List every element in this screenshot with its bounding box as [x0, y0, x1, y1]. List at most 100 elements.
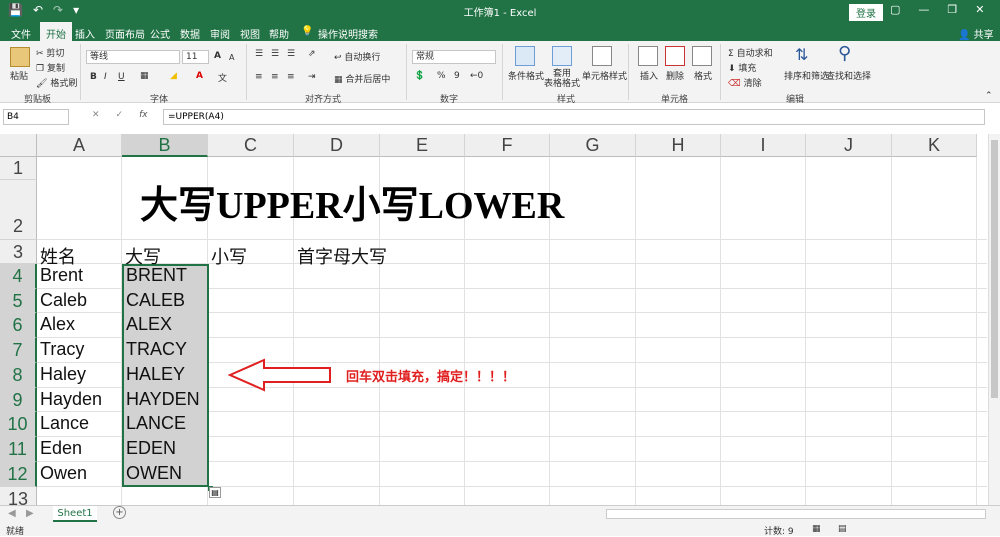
row-header-11[interactable]: 11 — [0, 437, 37, 462]
format-cells-icon[interactable] — [692, 46, 712, 66]
column-header-c[interactable]: C — [208, 134, 294, 157]
underline-button[interactable]: U — [118, 72, 125, 82]
row-header-4[interactable]: 4 — [0, 264, 37, 289]
name-cell[interactable]: Lance — [38, 413, 89, 434]
upper-cell[interactable]: CALEB — [124, 290, 185, 311]
tab-formulas[interactable]: 公式 — [150, 26, 170, 41]
prev-sheet-icon[interactable]: ◀ — [8, 508, 16, 519]
vertical-scrollbar[interactable] — [988, 134, 1000, 508]
row-header-1[interactable]: 1 — [0, 157, 37, 180]
delete-cells-button[interactable]: 删除 — [666, 69, 684, 82]
sort-filter-button[interactable]: 排序和筛选 — [784, 69, 829, 82]
column-header-b[interactable]: B — [122, 134, 208, 157]
column-header-i[interactable]: I — [721, 134, 806, 157]
font-size-select[interactable]: 11 — [182, 50, 209, 64]
normal-view-icon[interactable]: ▦ — [812, 524, 821, 534]
align-middle-icon[interactable]: ☰ — [271, 49, 279, 59]
login-button[interactable]: 登录 — [849, 4, 883, 21]
tab-file[interactable]: 文件 — [11, 26, 31, 41]
percent-button[interactable]: % — [437, 71, 446, 81]
name-cell[interactable]: Alex — [38, 314, 75, 335]
select-all-corner[interactable] — [0, 134, 37, 157]
tab-insert[interactable]: 插入 — [75, 26, 95, 41]
restore-icon[interactable]: ❐ — [947, 3, 957, 16]
enter-icon[interactable]: ✓ — [116, 110, 124, 120]
column-header-d[interactable]: D — [294, 134, 380, 157]
row-header-10[interactable]: 10 — [0, 412, 37, 437]
cell-styles-button[interactable]: 单元格样式 — [582, 69, 627, 82]
upper-cell[interactable]: OWEN — [124, 463, 182, 484]
border-icon[interactable]: ▦ — [140, 71, 149, 81]
upper-cell[interactable]: HAYDEN — [124, 389, 200, 410]
upper-cell[interactable]: LANCE — [124, 413, 186, 434]
row-header-12[interactable]: 12 — [0, 462, 37, 487]
conditional-format-button[interactable]: 条件格式 — [508, 69, 544, 82]
column-header-a[interactable]: A — [37, 134, 122, 157]
row-header-3[interactable]: 3 — [0, 240, 37, 264]
scroll-thumb[interactable] — [991, 140, 998, 398]
conditional-format-icon[interactable] — [515, 46, 535, 66]
insert-cells-icon[interactable] — [638, 46, 658, 66]
close-icon[interactable]: ✕ — [975, 3, 984, 16]
row-header-7[interactable]: 7 — [0, 338, 37, 363]
upper-cell[interactable]: TRACY — [124, 339, 187, 360]
bold-button[interactable]: B — [90, 72, 97, 82]
tell-me-search[interactable]: 操作说明搜索 — [318, 26, 378, 41]
row-header-9[interactable]: 9 — [0, 388, 37, 412]
insert-cells-button[interactable]: 插入 — [640, 69, 658, 82]
header-lower[interactable]: 小写 — [209, 243, 247, 269]
share-button[interactable]: 👤 共享 — [958, 26, 994, 41]
cell-styles-icon[interactable] — [592, 46, 612, 66]
autosum-button[interactable]: Σ 自动求和 — [728, 46, 773, 59]
upper-cell[interactable]: ALEX — [124, 314, 172, 335]
horizontal-scrollbar[interactable] — [606, 509, 986, 519]
sheet-tab-sheet1[interactable]: Sheet1 — [53, 506, 97, 522]
align-top-icon[interactable]: ☰ — [255, 49, 263, 59]
page-layout-view-icon[interactable]: ▤ — [838, 524, 847, 534]
find-select-button[interactable]: 查找和选择 — [826, 69, 871, 82]
row-header-2[interactable]: 2 — [0, 180, 37, 240]
column-header-g[interactable]: G — [550, 134, 636, 157]
header-proper[interactable]: 首字母大写 — [295, 243, 387, 269]
collapse-ribbon-icon[interactable]: ⌃ — [985, 91, 993, 101]
tab-review[interactable]: 审阅 — [210, 26, 230, 41]
paste-button[interactable]: 粘贴 — [10, 69, 28, 82]
align-right-icon[interactable]: ≡ — [287, 72, 295, 82]
upper-cell[interactable]: EDEN — [124, 438, 176, 459]
name-cell[interactable]: Hayden — [38, 389, 102, 410]
number-format-select[interactable]: 常规 — [412, 50, 496, 64]
shrink-font-button[interactable]: A — [229, 53, 234, 62]
delete-cells-icon[interactable] — [665, 46, 685, 66]
wrap-text-button[interactable]: ↩ 自动换行 — [334, 50, 380, 63]
column-header-k[interactable]: K — [892, 134, 977, 157]
tab-data[interactable]: 数据 — [180, 26, 200, 41]
upper-cell[interactable]: HALEY — [124, 364, 185, 385]
next-sheet-icon[interactable]: ▶ — [26, 508, 34, 519]
upper-cell[interactable]: BRENT — [124, 265, 187, 286]
indent-icon[interactable]: ⇥ — [308, 72, 316, 82]
name-cell[interactable]: Tracy — [38, 339, 84, 360]
comma-button[interactable]: 9 — [454, 71, 460, 81]
align-center-icon[interactable]: ≡ — [271, 72, 279, 82]
ribbon-display-icon[interactable]: ▢ — [890, 3, 900, 16]
fill-button[interactable]: ⬇ 填充 — [728, 61, 756, 74]
increase-decimal-icon[interactable]: ←0 — [470, 71, 483, 81]
find-icon[interactable]: ⚲ — [838, 43, 851, 64]
accounting-icon[interactable]: 💲 — [414, 71, 425, 81]
tab-help[interactable]: 帮助 — [269, 26, 289, 41]
copy-button[interactable]: ❐ 复制 — [36, 61, 65, 74]
column-header-h[interactable]: H — [636, 134, 721, 157]
cancel-icon[interactable]: ✕ — [92, 110, 100, 120]
add-sheet-button[interactable]: + — [113, 506, 126, 519]
format-cells-button[interactable]: 格式 — [694, 69, 712, 82]
fill-color-icon[interactable]: ◢ — [170, 71, 177, 81]
row-header-5[interactable]: 5 — [0, 289, 37, 313]
row-header-6[interactable]: 6 — [0, 313, 37, 338]
orientation-icon[interactable]: ⇗ — [308, 49, 316, 59]
tab-page-layout[interactable]: 页面布局 — [105, 26, 145, 41]
paste-icon[interactable] — [10, 47, 30, 67]
name-box[interactable]: B4 — [3, 109, 69, 125]
merge-center-button[interactable]: ▦ 合并后居中 — [334, 72, 390, 85]
align-bottom-icon[interactable]: ☰ — [287, 49, 295, 59]
sheet-title[interactable]: 大写UPPER小写LOWER — [140, 174, 564, 229]
